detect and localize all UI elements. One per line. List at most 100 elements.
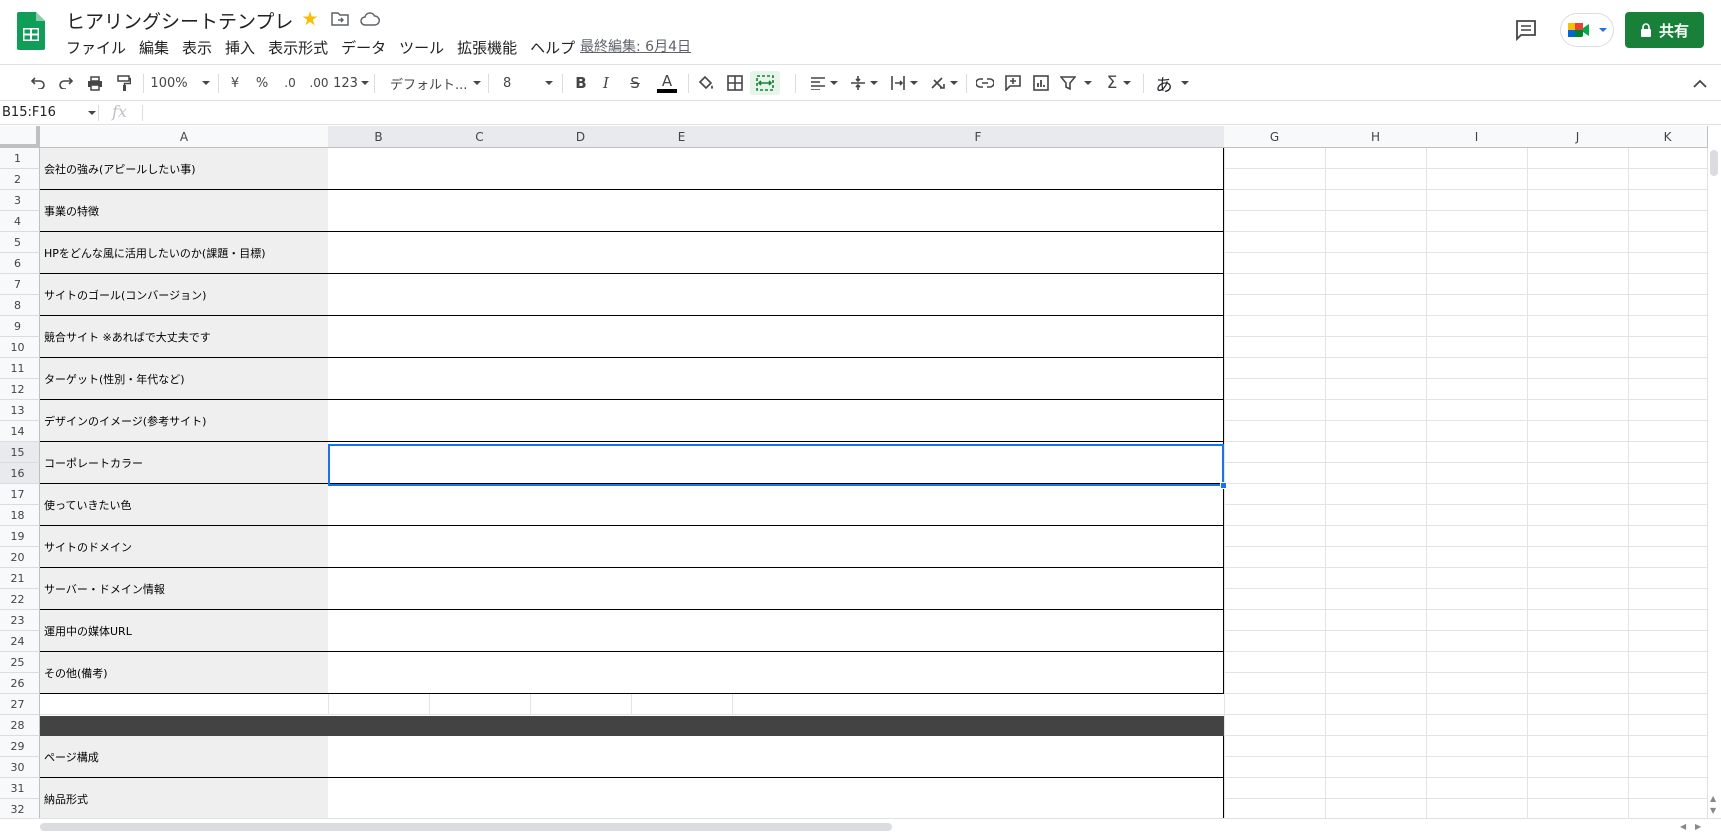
text-rotation-icon[interactable] [928, 71, 960, 95]
filter-icon[interactable] [1059, 71, 1093, 95]
row-header[interactable]: 14 [0, 421, 40, 442]
row-header[interactable]: 8 [0, 295, 40, 316]
row-header[interactable]: 11 [0, 358, 40, 379]
meet-button[interactable] [1560, 13, 1614, 47]
menu-help[interactable]: ヘルプ [530, 37, 575, 58]
value-cell[interactable] [328, 610, 1224, 652]
row-header[interactable]: 23 [0, 610, 40, 631]
row-header[interactable]: 19 [0, 526, 40, 547]
scroll-up-icon[interactable]: ▲ [1710, 794, 1716, 803]
menu-edit[interactable]: 編集 [139, 37, 169, 58]
fill-handle[interactable] [1220, 482, 1227, 489]
value-cell[interactable] [328, 274, 1224, 316]
column-header-c[interactable]: C [429, 126, 531, 148]
collapse-toolbar-icon[interactable] [1690, 71, 1710, 95]
row-header[interactable]: 13 [0, 400, 40, 421]
menu-extensions[interactable]: 拡張機能 [457, 37, 517, 58]
row-header[interactable]: 20 [0, 547, 40, 568]
move-folder-icon[interactable] [330, 9, 350, 29]
value-cell[interactable] [328, 736, 1224, 778]
row-header[interactable]: 32 [0, 799, 40, 818]
italic-button[interactable]: I [598, 71, 614, 95]
select-all-corner[interactable] [0, 126, 40, 148]
scroll-down-icon[interactable]: ▼ [1710, 806, 1716, 815]
menu-format[interactable]: 表示形式 [268, 37, 328, 58]
label-cell[interactable]: 運用中の媒体URL [40, 610, 328, 652]
row-header[interactable]: 27 [0, 694, 40, 715]
column-header-b[interactable]: B [328, 126, 430, 148]
label-cell[interactable]: 会社の強み(アピールしたい事) [40, 148, 328, 190]
value-cell[interactable] [328, 526, 1224, 568]
row-header[interactable]: 21 [0, 568, 40, 589]
row-header[interactable]: 22 [0, 589, 40, 610]
selected-range[interactable] [328, 444, 1224, 486]
print-icon[interactable] [85, 71, 105, 95]
menu-tools[interactable]: ツール [399, 37, 444, 58]
row-header[interactable]: 3 [0, 190, 40, 211]
insert-link-icon[interactable] [975, 71, 995, 95]
bold-button[interactable]: B [573, 71, 589, 95]
label-cell[interactable]: その他(備考) [40, 652, 328, 694]
row-header[interactable]: 24 [0, 631, 40, 652]
font-select[interactable]: デフォルト... [390, 71, 482, 95]
menu-data[interactable]: データ [341, 37, 386, 58]
column-header-d[interactable]: D [530, 126, 632, 148]
column-header-f[interactable]: F [732, 126, 1225, 148]
label-cell[interactable]: 競合サイト ※あればで大丈夫です [40, 316, 328, 358]
fill-color-icon[interactable] [696, 71, 716, 95]
borders-icon[interactable] [725, 71, 745, 95]
row-header[interactable]: 28 [0, 715, 40, 736]
cloud-status-icon[interactable] [360, 9, 380, 29]
sheets-logo-icon[interactable] [17, 12, 45, 50]
horizontal-scroll-thumb[interactable] [40, 823, 892, 831]
value-cell[interactable] [328, 568, 1224, 610]
name-box[interactable]: B15:F16 [2, 105, 56, 120]
percent-button[interactable]: % [254, 71, 270, 95]
label-cell[interactable]: ターゲット(性別・年代など) [40, 358, 328, 400]
row-header[interactable]: 9 [0, 316, 40, 337]
row-header[interactable]: 5 [0, 232, 40, 253]
value-cell[interactable] [328, 316, 1224, 358]
row-header[interactable]: 15 [0, 442, 40, 463]
font-size-select[interactable]: 8 [503, 71, 554, 95]
text-color-button[interactable]: A [656, 71, 678, 95]
value-cell[interactable] [328, 358, 1224, 400]
row-header[interactable]: 29 [0, 736, 40, 757]
row-header[interactable]: 10 [0, 337, 40, 358]
increase-decimal-button[interactable]: .00 [307, 71, 331, 95]
value-cell[interactable] [328, 400, 1224, 442]
row-header[interactable]: 4 [0, 211, 40, 232]
column-header-h[interactable]: H [1325, 126, 1427, 148]
menu-insert[interactable]: 挿入 [225, 37, 255, 58]
strikethrough-button[interactable]: S [627, 71, 643, 95]
value-cell[interactable] [328, 778, 1224, 818]
column-header-a[interactable]: A [40, 126, 329, 148]
row-header[interactable]: 12 [0, 379, 40, 400]
share-button[interactable]: 共有 [1625, 12, 1704, 48]
label-cell[interactable]: デザインのイメージ(参考サイト) [40, 400, 328, 442]
row-header[interactable]: 25 [0, 652, 40, 673]
input-tools-button[interactable]: あ [1153, 71, 1191, 96]
formula-input[interactable] [150, 103, 1690, 123]
horizontal-align-icon[interactable] [808, 71, 840, 95]
row-header[interactable]: 16 [0, 463, 40, 484]
comments-button[interactable] [1512, 16, 1540, 44]
merge-cells-icon[interactable] [750, 71, 780, 95]
redo-icon[interactable] [56, 71, 76, 95]
value-cell[interactable] [328, 652, 1224, 694]
vertical-scrollbar[interactable] [1707, 148, 1721, 818]
column-header-g[interactable]: G [1224, 126, 1326, 148]
insert-chart-icon[interactable] [1031, 71, 1051, 95]
column-header-j[interactable]: J [1527, 126, 1629, 148]
undo-icon[interactable] [28, 71, 48, 95]
value-cell[interactable] [328, 484, 1224, 526]
last-edit-link[interactable]: 最終編集: 6月4日 [580, 36, 691, 56]
column-header-e[interactable]: E [631, 126, 733, 148]
value-cell[interactable] [328, 232, 1224, 274]
column-header-i[interactable]: I [1426, 126, 1528, 148]
label-cell[interactable]: HPをどんな風に活用したいのか(課題・目標) [40, 232, 328, 274]
row-header[interactable]: 17 [0, 484, 40, 505]
menu-file[interactable]: ファイル [66, 37, 126, 58]
zoom-select[interactable]: 100% [150, 71, 210, 95]
label-cell[interactable]: 納品形式 [40, 778, 328, 818]
